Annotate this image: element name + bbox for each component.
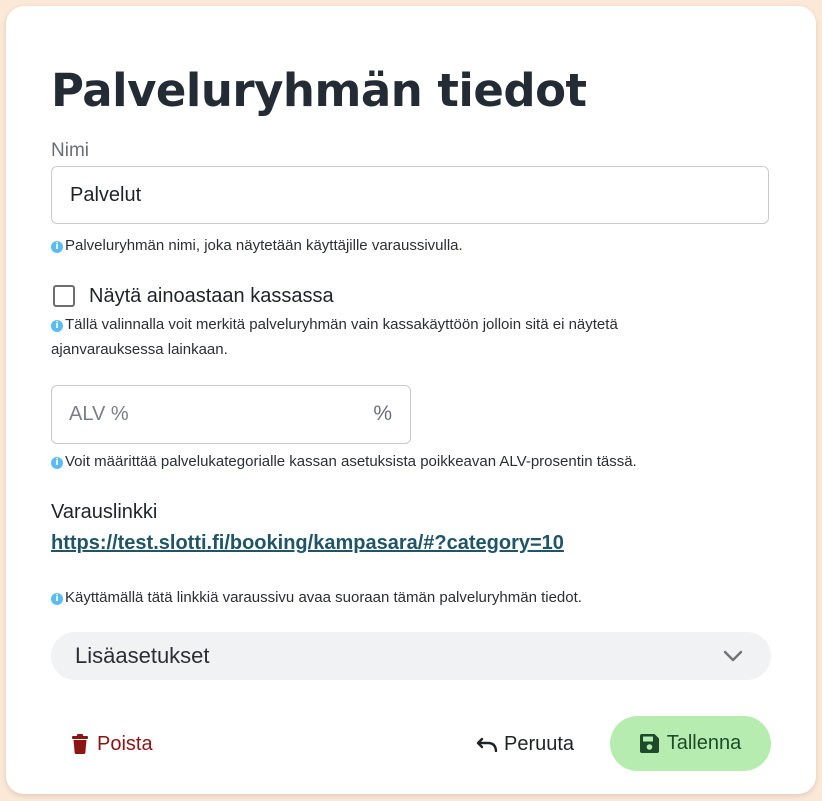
vat-input[interactable]	[69, 386, 349, 443]
undo-icon	[476, 736, 498, 752]
trash-icon	[72, 734, 88, 754]
save-label[interactable]: Tallenna	[667, 732, 742, 755]
advanced-settings-label[interactable]: Lisäasetukset	[75, 643, 210, 669]
cashier-only-hint-line1: Tällä valinnalla voit merkitä palveluryh…	[65, 316, 618, 333]
name-hint-text: Palveluryhmän nimi, joka näytetään käytt…	[65, 237, 463, 254]
name-input[interactable]	[51, 166, 769, 224]
cashier-only-label[interactable]: Näytä ainoastaan kassassa	[89, 285, 334, 308]
save-button[interactable]: Tallenna	[610, 716, 771, 771]
delete-label[interactable]: Poista	[97, 733, 153, 756]
booking-link-hint: i Käyttämällä tätä linkkiä varaussivu ava…	[51, 585, 582, 610]
cashier-only-checkbox[interactable]	[53, 285, 75, 307]
vat-hint: i Voit määrittää palvelukategorialle kass…	[51, 449, 637, 474]
info-icon: i	[51, 593, 63, 605]
cancel-button[interactable]: Peruuta	[476, 724, 574, 764]
booking-link-heading: Varauslinkki	[51, 501, 158, 523]
name-hint: i Palveluryhmän nimi, joka näytetään käyt…	[51, 233, 463, 258]
cashier-only-hint-line2: ajanvarauksessa lainkaan.	[51, 341, 228, 358]
floppy-disk-icon	[639, 734, 659, 753]
booking-link-hint-text: Käyttämällä tätä linkkiä varaussivu avaa…	[65, 589, 582, 606]
cashier-only-row[interactable]: Näytä ainoastaan kassassa	[51, 282, 334, 310]
delete-button[interactable]: Poista	[72, 724, 153, 764]
cashier-only-hint: i Tällä valinnalla voit merkitä palvelury…	[51, 312, 618, 362]
vat-field[interactable]: %	[51, 385, 411, 444]
info-icon: i	[51, 320, 63, 332]
chevron-down-icon[interactable]	[721, 644, 745, 668]
service-group-card: Palveluryhmän tiedot Nimi iPalveluryhmän…	[6, 6, 816, 794]
name-label: Nimi	[51, 140, 89, 161]
info-icon: i	[51, 241, 63, 253]
cancel-label[interactable]: Peruuta	[504, 733, 574, 756]
booking-link[interactable]: https://test.slotti.fi/booking/kampasara…	[51, 532, 564, 555]
advanced-settings-accordion[interactable]: Lisäasetukset	[51, 632, 771, 680]
info-icon: i	[51, 457, 63, 469]
page-title: Palveluryhmän tiedot	[51, 64, 587, 117]
vat-hint-text: Voit määrittää palvelukategorialle kassa…	[65, 453, 637, 470]
vat-percent-suffix: %	[373, 402, 392, 425]
